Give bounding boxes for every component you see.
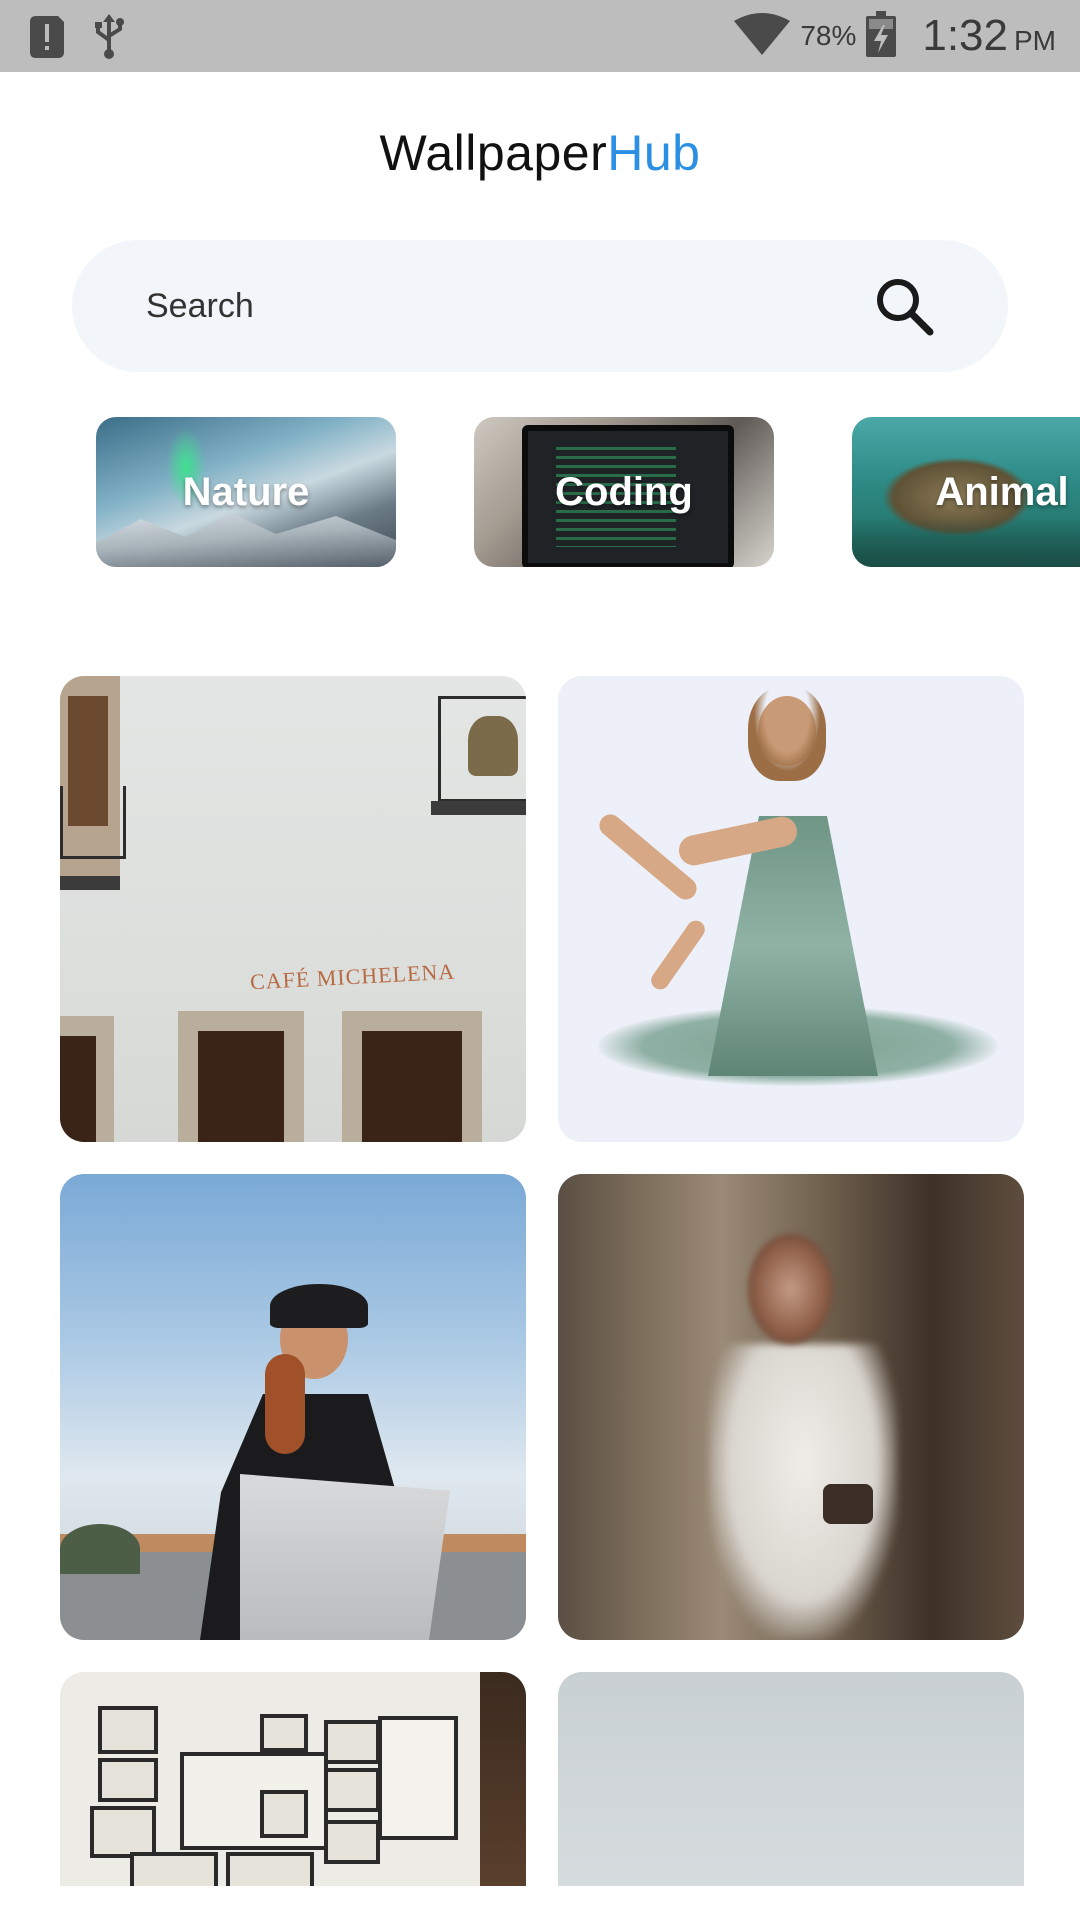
hair	[265, 1354, 305, 1454]
search-bar[interactable]	[72, 240, 1008, 372]
wallpaper-tile[interactable]	[558, 1672, 1024, 1886]
category-nature[interactable]: Nature	[96, 417, 396, 567]
wallpaper-tile[interactable]: CAFÉ MICHELENA	[60, 676, 526, 1142]
category-list: Nature Coding Animal	[0, 417, 1080, 569]
wallpaper-tile[interactable]	[60, 1174, 526, 1640]
category-label: Coding	[555, 469, 693, 514]
category-animal[interactable]: Animal	[852, 417, 1080, 567]
picture-frame	[260, 1790, 308, 1838]
app-title-accent: Hub	[607, 125, 701, 181]
picture-frame	[90, 1806, 156, 1858]
picture-frame	[324, 1768, 380, 1812]
alert-icon	[30, 16, 64, 63]
app-title: WallpaperHub	[0, 124, 1080, 182]
wifi-icon	[734, 12, 791, 60]
door	[198, 1031, 284, 1142]
usb-icon	[92, 14, 126, 65]
category-label: Nature	[182, 469, 310, 514]
plant-pot	[468, 716, 518, 776]
picture-frame	[226, 1852, 314, 1886]
picture-frame	[98, 1706, 158, 1754]
grey-pants	[240, 1474, 450, 1640]
search-input[interactable]	[144, 285, 872, 327]
cap	[270, 1284, 368, 1328]
shelf	[480, 1672, 526, 1886]
balcony-railing	[60, 786, 126, 859]
category-label: Animal	[935, 469, 1069, 514]
picture-frame	[378, 1716, 458, 1840]
door	[60, 1036, 96, 1142]
status-bar: 78% 1:32 PM	[0, 0, 1080, 72]
balcony-ledge	[60, 876, 120, 890]
bag	[823, 1484, 873, 1524]
picture-frame	[98, 1758, 158, 1802]
battery-percent: 78%	[800, 20, 857, 51]
hair	[748, 686, 826, 781]
tree	[60, 1524, 140, 1574]
cafe-sign: CAFÉ MICHELENA	[249, 958, 456, 995]
battery-charging-icon	[866, 10, 897, 62]
door	[362, 1031, 462, 1142]
picture-frame	[324, 1820, 380, 1864]
balcony-ledge	[431, 801, 526, 815]
picture-frame	[130, 1852, 218, 1886]
category-coding[interactable]: Coding	[474, 417, 774, 567]
head	[748, 1234, 833, 1344]
clock: 1:32 PM	[922, 11, 1056, 60]
wallpaper-tile[interactable]	[558, 676, 1024, 1142]
app-title-main: Wallpaper	[379, 125, 608, 181]
wallpaper-tile[interactable]	[558, 1174, 1024, 1640]
leg	[647, 917, 709, 993]
picture-frame	[324, 1720, 380, 1764]
search-icon[interactable]	[872, 274, 936, 338]
wallpaper-tile[interactable]	[60, 1672, 526, 1886]
picture-frame	[260, 1714, 308, 1752]
